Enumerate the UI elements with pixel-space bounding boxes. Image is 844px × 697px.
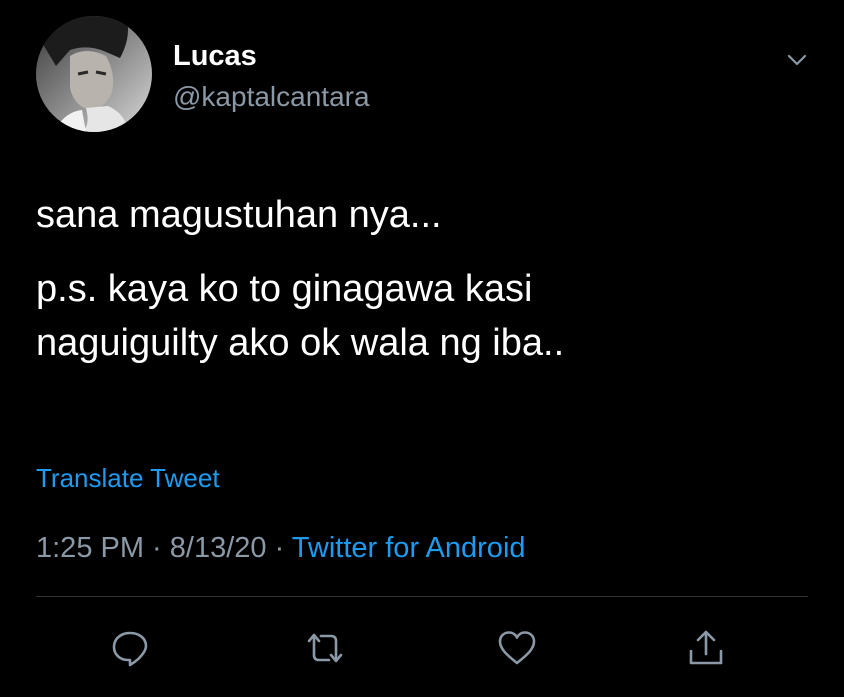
- chevron-down-icon[interactable]: [781, 44, 813, 76]
- like-button[interactable]: [495, 626, 539, 670]
- tweet-source-link[interactable]: Twitter for Android: [292, 532, 526, 564]
- tweet-time[interactable]: 1:25 PM: [36, 532, 144, 564]
- share-icon: [689, 630, 723, 665]
- tweet-text: sana magustuhan nya... p.s. kaya ko to g…: [36, 188, 816, 370]
- avatar-photo: [36, 16, 152, 132]
- tweet-paragraph: p.s. kaya ko to ginagawa kasi naguiguilt…: [36, 268, 565, 364]
- reply-icon: [112, 631, 148, 667]
- retweet-button[interactable]: [303, 626, 347, 670]
- heart-icon: [498, 631, 536, 665]
- author-display-name[interactable]: Lucas: [173, 38, 257, 74]
- tweet-paragraph: sana magustuhan nya...: [36, 194, 442, 236]
- tweet-meta: 1:25 PM · 8/13/20 · Twitter for Android: [36, 530, 526, 566]
- meta-separator: ·: [266, 532, 292, 564]
- retweet-icon: [307, 633, 343, 663]
- meta-separator: ·: [144, 532, 170, 564]
- translate-tweet-link[interactable]: Translate Tweet: [36, 462, 220, 494]
- reply-button[interactable]: [108, 626, 152, 670]
- share-button[interactable]: [684, 626, 728, 670]
- avatar[interactable]: [36, 16, 152, 132]
- author-handle[interactable]: @kaptalcantara: [173, 80, 370, 114]
- divider: [36, 596, 808, 597]
- tweet-date[interactable]: 8/13/20: [170, 532, 267, 564]
